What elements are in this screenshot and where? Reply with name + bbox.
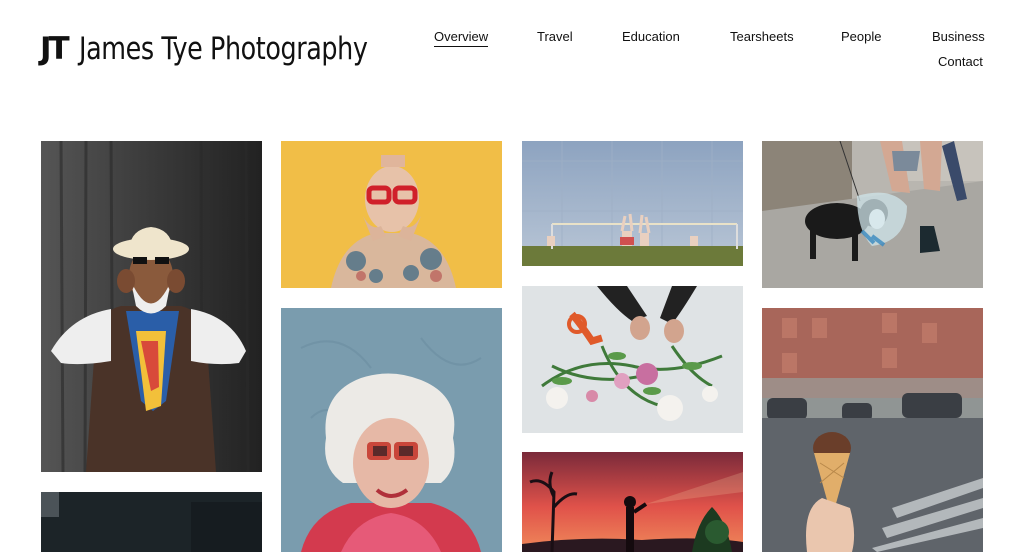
dark-photo-image xyxy=(41,492,262,552)
flower-arrangement-image xyxy=(522,286,743,433)
photo-woman-sunglasses[interactable] xyxy=(281,308,502,552)
beach-volleyball-image xyxy=(522,141,743,266)
nav-overview[interactable]: Overview xyxy=(434,29,489,47)
nav-travel[interactable]: Travel xyxy=(537,29,573,45)
sunset-silhouette-image xyxy=(522,452,743,552)
photo-man-in-hat[interactable] xyxy=(41,141,262,472)
dog-with-cone-image xyxy=(762,141,983,288)
photo-dog-with-cone[interactable] xyxy=(762,141,983,288)
main-nav: Overview Travel Education Tearsheets Peo… xyxy=(0,29,1024,79)
nav-business[interactable]: Business xyxy=(932,29,985,45)
photo-ice-cream-street[interactable] xyxy=(762,308,983,552)
photo-tattooed-man[interactable] xyxy=(281,141,502,288)
ice-cream-street-image xyxy=(762,308,983,552)
nav-contact[interactable]: Contact xyxy=(938,54,983,70)
nav-education[interactable]: Education xyxy=(622,29,680,45)
woman-sunglasses-image xyxy=(281,308,502,552)
nav-people[interactable]: People xyxy=(841,29,881,45)
photo-sunset-silhouette[interactable] xyxy=(522,452,743,552)
photo-flower-arrangement[interactable] xyxy=(522,286,743,433)
tattooed-man-image xyxy=(281,141,502,288)
man-in-hat-image xyxy=(41,141,262,472)
photo-dark[interactable] xyxy=(41,492,262,552)
nav-tearsheets[interactable]: Tearsheets xyxy=(730,29,794,45)
photo-beach-volleyball[interactable] xyxy=(522,141,743,266)
